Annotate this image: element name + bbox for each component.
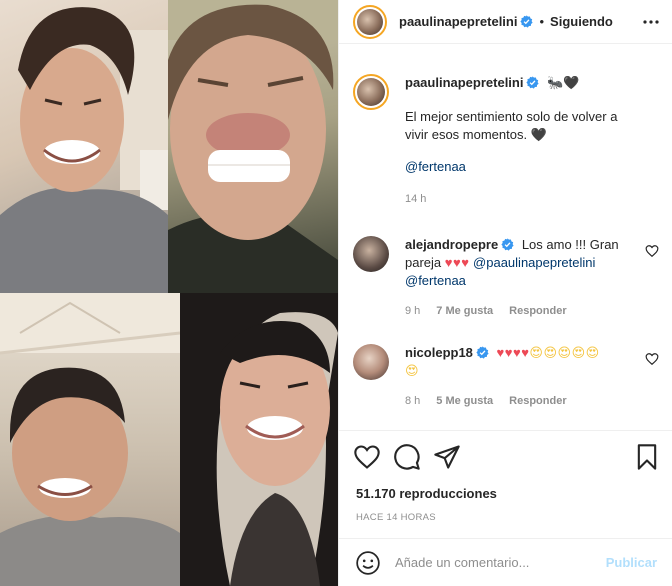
person-smiling-image	[0, 293, 180, 586]
bookmark-icon[interactable]	[633, 443, 661, 471]
comment-item: nicolepp18 ♥♥♥♥😍😍😍😍😍 😍 8 h 5 Me gusta Re…	[353, 344, 659, 424]
caption-timestamp[interactable]: 14 h	[405, 190, 426, 208]
more-options-icon[interactable]	[641, 12, 661, 32]
comment-author-username[interactable]: alejandropepre	[405, 237, 498, 252]
comment-bubble-icon[interactable]	[393, 443, 421, 471]
comment-like-heart-icon[interactable]	[645, 352, 659, 366]
separator-dot: •	[539, 14, 545, 29]
comment-meta: 9 h 7 Me gusta Responder	[405, 302, 633, 320]
comment-input[interactable]	[395, 555, 595, 570]
comment-item: alejandropepre Los amo !!! Gran pareja ♥…	[353, 236, 659, 317]
comment-timestamp[interactable]: 8 h	[405, 392, 420, 410]
post-actions-bar	[339, 430, 672, 482]
comment-composer: Publicar	[339, 538, 672, 586]
following-button[interactable]: Siguiendo	[550, 14, 613, 29]
author-avatar[interactable]	[353, 4, 387, 39]
comment-likes-count[interactable]: 5 Me gusta	[436, 392, 493, 410]
post-caption: paaulinapepretelini 🐜🖤 El mejor sentimie…	[353, 74, 659, 214]
post-details-panel: paaulinapepretelini • Siguiendo paaulina…	[338, 0, 672, 586]
comment-author-username[interactable]: nicolepp18	[405, 345, 473, 360]
comments-scroll-area[interactable]: paaulinapepretelini 🐜🖤 El mejor sentimie…	[339, 60, 672, 434]
caption-author-username[interactable]: paaulinapepretelini	[405, 75, 523, 90]
smiley-icon[interactable]	[355, 550, 381, 576]
comment-likes-count[interactable]: 7 Me gusta	[436, 302, 493, 320]
caption-emoji: 🐜🖤	[547, 75, 580, 90]
comment-meta: 8 h 5 Me gusta Responder	[405, 392, 633, 410]
woman-smiling-image	[180, 293, 338, 586]
reply-button[interactable]: Responder	[509, 392, 566, 410]
verified-badge-icon	[520, 15, 534, 28]
post-comment-button[interactable]: Publicar	[606, 555, 657, 570]
comment-emojis: 😍😍😍😍😍	[529, 345, 600, 360]
reply-button[interactable]: Responder	[509, 302, 566, 320]
comment-emojis: 😍	[405, 363, 420, 378]
view-count[interactable]: 51.170 reproducciones	[356, 486, 497, 501]
heart-icon[interactable]	[353, 443, 381, 471]
comment-mention-link[interactable]: @fertenaa	[405, 273, 466, 288]
video-call-tile-bottom-right	[180, 293, 338, 586]
verified-badge-icon	[501, 238, 514, 251]
verified-badge-icon	[476, 346, 489, 359]
caption-author-avatar[interactable]	[353, 74, 389, 110]
caption-meta: 14 h	[405, 190, 633, 208]
comment-like-heart-icon[interactable]	[645, 244, 659, 258]
author-username[interactable]: paaulinapepretelini	[399, 14, 517, 29]
person-smiling-closeup-image	[168, 0, 338, 293]
paper-plane-icon[interactable]	[433, 443, 461, 471]
caption-text: El mejor sentimiento solo de volver a vi…	[405, 109, 618, 142]
comment-hearts: ♥♥♥	[444, 255, 470, 270]
video-call-tile-bottom-left	[0, 293, 180, 586]
video-call-tile-top-right	[168, 0, 338, 293]
comment-hearts: ♥♥♥♥	[496, 345, 530, 360]
person-laughing-image	[0, 7, 168, 293]
verified-badge-icon	[526, 76, 540, 89]
comment-body: alejandropepre Los amo !!! Gran pareja ♥…	[405, 236, 633, 320]
commenter-avatar[interactable]	[353, 344, 389, 380]
comment-timestamp[interactable]: 9 h	[405, 302, 420, 320]
caption-body: paaulinapepretelini 🐜🖤 El mejor sentimie…	[405, 74, 633, 208]
post-header: paaulinapepretelini • Siguiendo	[339, 0, 672, 44]
comment-mention-link[interactable]: @paaulinapepretelini	[473, 255, 595, 270]
comment-body: nicolepp18 ♥♥♥♥😍😍😍😍😍 😍 8 h 5 Me gusta Re…	[405, 344, 633, 410]
post-timestamp[interactable]: HACE 14 HORAS	[356, 512, 436, 523]
post-media-video[interactable]	[0, 0, 338, 586]
commenter-avatar[interactable]	[353, 236, 389, 272]
caption-mention-link[interactable]: @fertenaa	[405, 158, 633, 176]
video-call-tile-top-left	[0, 0, 168, 293]
